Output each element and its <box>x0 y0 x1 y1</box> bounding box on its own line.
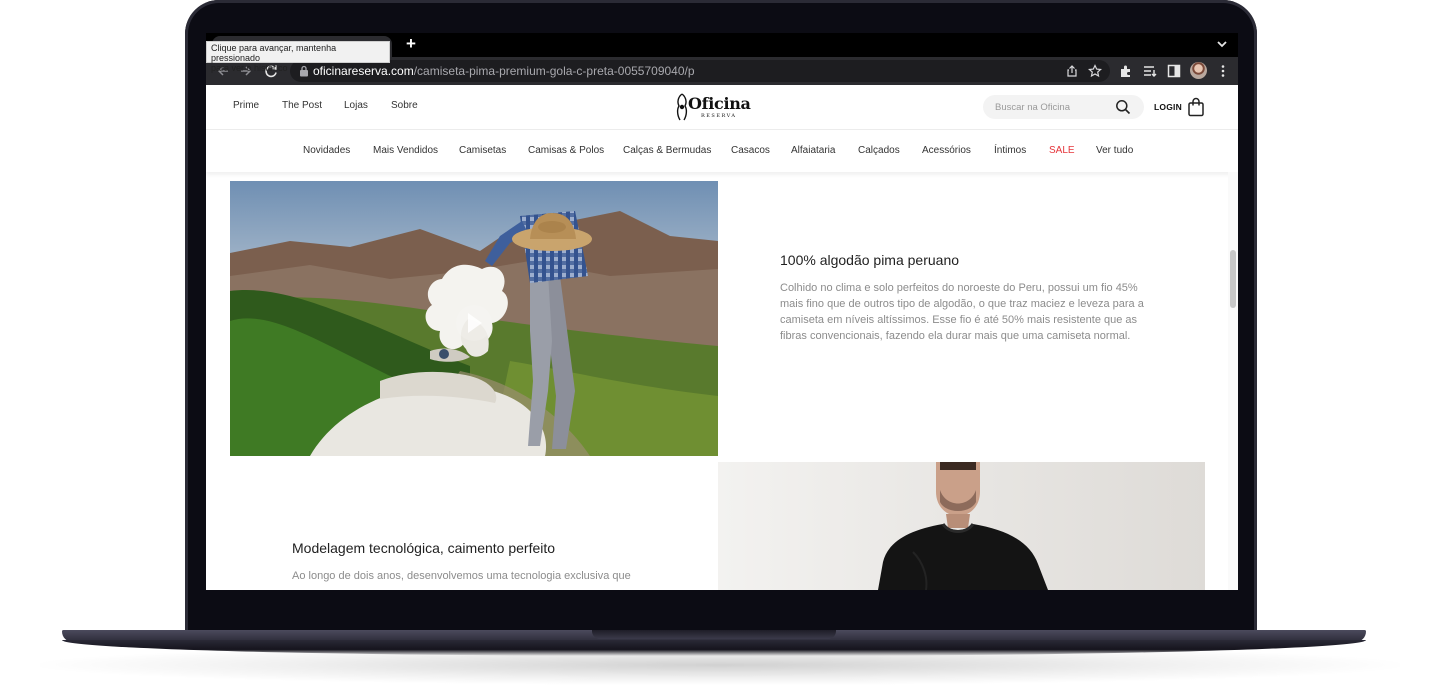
search-icon[interactable] <box>1115 99 1131 115</box>
tooltip-line-2: para ver o histórico <box>211 63 288 73</box>
tab-search-icon[interactable] <box>1214 35 1230 53</box>
forward-tooltip: Clique para avançar, mantenha pressionad… <box>206 41 390 73</box>
search-input[interactable] <box>995 98 1105 116</box>
logo-subtitle: RESERVA <box>701 113 737 119</box>
nav-item-camisas-polos[interactable]: Camisas & Polos <box>528 145 604 157</box>
nav-item-novidades[interactable]: Novidades <box>303 145 350 157</box>
top-link-prime[interactable]: Prime <box>233 100 259 112</box>
category-nav: Novidades Mais Vendidos Camisetas Camisa… <box>206 130 1238 172</box>
nav-item-calcas-bermudas[interactable]: Calças & Bermudas <box>623 145 711 157</box>
laptop-notch <box>592 630 836 639</box>
top-link-sobre[interactable]: Sobre <box>391 100 418 112</box>
nav-item-camisetas[interactable]: Camisetas <box>459 145 506 157</box>
laptop-screen: + oficinareserva.com/camiseta-pima-premi… <box>206 33 1238 590</box>
page-scrollbar[interactable] <box>1228 172 1238 590</box>
extensions-icon[interactable] <box>1118 63 1134 79</box>
cotton-harvest-video[interactable] <box>230 181 718 456</box>
nav-item-intimos[interactable]: Íntimos <box>994 145 1026 157</box>
star-icon[interactable] <box>1088 64 1102 78</box>
section-pima-cotton-body: Colhido no clima e solo perfeitos do nor… <box>780 282 1144 342</box>
share-icon[interactable] <box>1065 64 1079 78</box>
nav-item-casacos[interactable]: Casacos <box>731 145 770 157</box>
nav-item-mais-vendidos[interactable]: Mais Vendidos <box>373 145 438 157</box>
cotton-harvest-illustration <box>230 211 718 456</box>
model-tshirt-photo <box>718 462 1205 590</box>
url-path: /camiseta-pima-premium-gola-c-preta-0055… <box>413 64 695 78</box>
section-modeling: Modelagem tecnológica, caimento perfeito… <box>292 539 662 584</box>
site-logo[interactable]: Oficina RESERVA <box>674 91 754 123</box>
reading-list-icon[interactable] <box>1142 63 1158 79</box>
new-tab-button[interactable]: + <box>402 34 420 54</box>
tooltip-line-1: Clique para avançar, mantenha pressionad… <box>211 43 337 63</box>
section-modeling-title: Modelagem tecnológica, caimento perfeito <box>292 540 556 556</box>
logo-emblem-icon <box>676 93 688 121</box>
profile-avatar[interactable] <box>1190 62 1207 79</box>
login-link[interactable]: LOGIN <box>1154 102 1182 112</box>
section-pima-cotton: 100% algodão pima peruano Colhido no cli… <box>780 251 1150 344</box>
page-scrollbar-thumb[interactable] <box>1230 250 1236 308</box>
section-pima-cotton-title: 100% algodão pima peruano <box>780 252 960 268</box>
search-box <box>983 95 1144 119</box>
nav-item-alfaiataria[interactable]: Alfaiataria <box>791 145 835 157</box>
top-link-the-post[interactable]: The Post <box>282 100 322 112</box>
site-header: Prime The Post Lojas Sobre Oficina RESER… <box>206 85 1238 130</box>
side-panel-icon[interactable] <box>1166 63 1182 79</box>
address-bar[interactable]: oficinareserva.com/camiseta-pima-premium… <box>290 60 1110 82</box>
nav-item-acessorios[interactable]: Acessórios <box>922 145 971 157</box>
nav-item-calcados[interactable]: Calçados <box>858 145 900 157</box>
section-modeling-body: Ao longo de dois anos, desenvolvemos uma… <box>292 570 631 582</box>
top-link-lojas[interactable]: Lojas <box>344 100 368 112</box>
logo-wordmark: Oficina <box>688 94 751 113</box>
nav-item-sale[interactable]: SALE <box>1049 145 1075 157</box>
shopping-bag-icon[interactable] <box>1187 97 1205 117</box>
nav-item-ver-tudo[interactable]: Ver tudo <box>1096 145 1133 157</box>
model-black-tshirt-illustration <box>878 462 1048 590</box>
menu-icon[interactable] <box>1215 63 1231 79</box>
